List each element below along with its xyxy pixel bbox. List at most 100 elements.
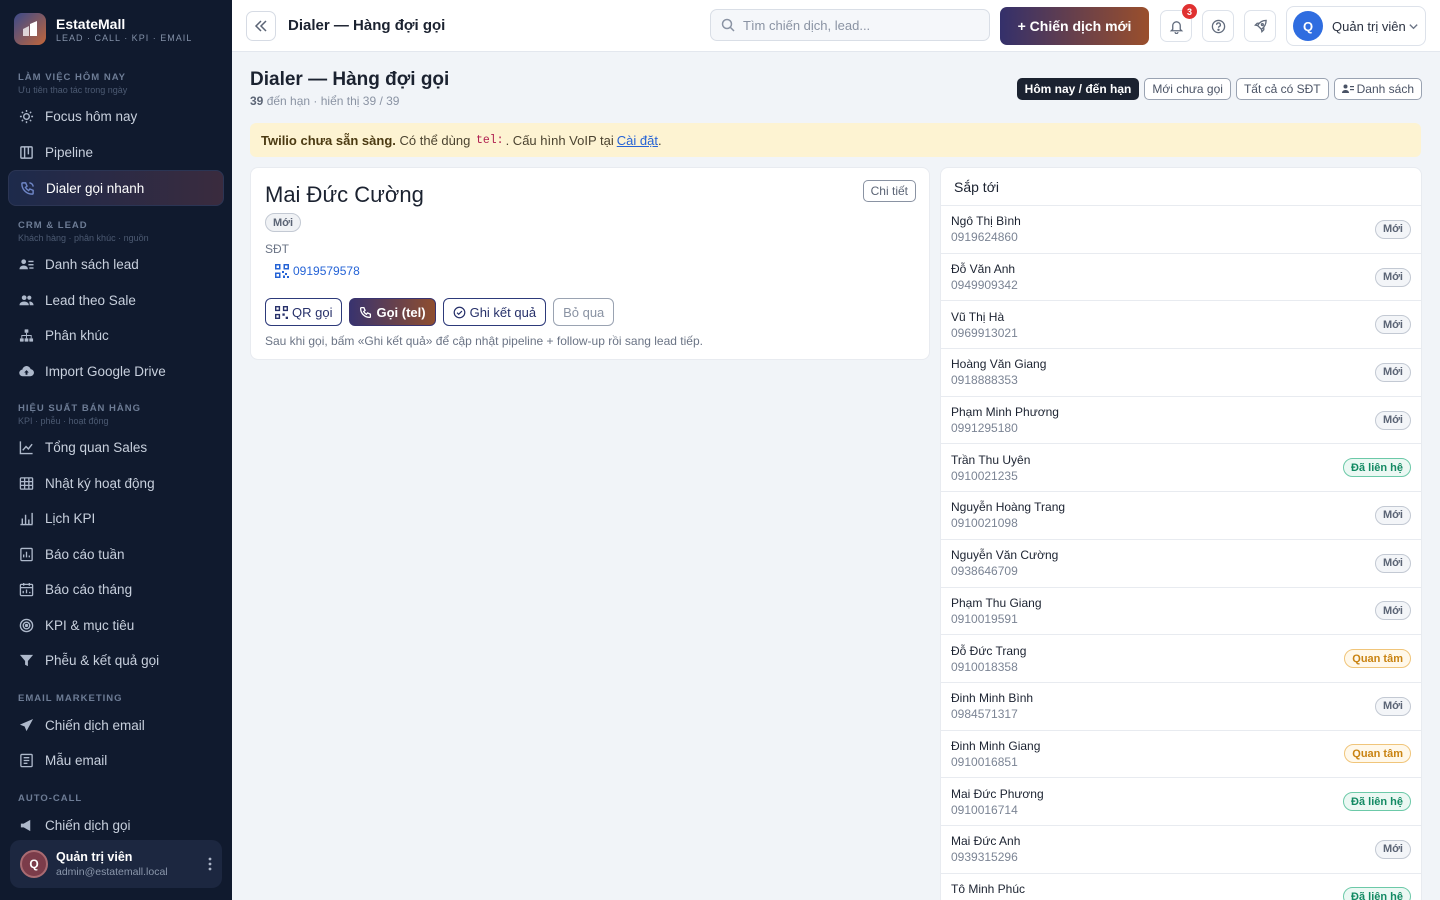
status-badge: Đã liên hệ bbox=[1343, 458, 1411, 478]
sidebar: EstateMall LEAD · CALL · KPI · EMAIL LÀM… bbox=[0, 0, 232, 900]
lead-phone: 0984571317 bbox=[951, 707, 1018, 722]
quick-launch-button[interactable] bbox=[1244, 10, 1276, 42]
brand-logo-icon bbox=[14, 13, 46, 45]
sidebar-item-email-templates[interactable]: Mẫu email bbox=[8, 743, 224, 779]
skip-button[interactable]: Bỏ qua bbox=[553, 298, 615, 326]
sidebar-item-pipeline[interactable]: Pipeline bbox=[8, 135, 224, 171]
sidebar-user-card[interactable]: Q Quản trị viên admin@estatemall.local bbox=[10, 840, 222, 888]
list-item[interactable]: Ngô Thị Bình 0919624860 Mới bbox=[941, 206, 1421, 254]
sidebar-item-funnel[interactable]: Phễu & kết quả gọi bbox=[8, 643, 224, 679]
list-item[interactable]: Mai Đức Anh 0939315296 Mới bbox=[941, 826, 1421, 874]
list-item[interactable]: Phạm Thu Giang 0910019591 Mới bbox=[941, 588, 1421, 636]
sidebar-item-label: KPI & mục tiêu bbox=[45, 617, 135, 633]
collapse-sidebar-button[interactable] bbox=[246, 10, 276, 41]
sidebar-item-label: Chiến dịch email bbox=[45, 717, 145, 733]
lead-name: Nguyễn Hoàng Trang bbox=[951, 500, 1066, 515]
list-item[interactable]: Nguyễn Hoàng Trang 0910021098 Mới bbox=[941, 492, 1421, 540]
search-box[interactable] bbox=[710, 9, 990, 41]
list-item[interactable]: Mai Đức Phương 0910016714 Đã liên hệ bbox=[941, 778, 1421, 826]
list-item[interactable]: Nguyễn Văn Cường 0938646709 Mới bbox=[941, 540, 1421, 588]
filter-new-uncalled[interactable]: Mới chưa gọi bbox=[1144, 78, 1231, 100]
settings-link[interactable]: Cài đặt bbox=[617, 133, 658, 148]
nav-section-subtitle: KPI · phễu · hoạt động bbox=[18, 416, 109, 426]
sidebar-item-dialer[interactable]: Dialer gọi nhanh bbox=[8, 170, 224, 206]
nav-section-title: HIỆU SUẤT BÁN HÀNG bbox=[18, 403, 142, 414]
sun-icon bbox=[18, 109, 34, 125]
user-menu[interactable]: Q Quản trị viên bbox=[1286, 6, 1426, 46]
qr-call-button[interactable]: QR gọi bbox=[265, 298, 343, 326]
list-item[interactable]: Đỗ Văn Anh 0949909342 Mới bbox=[941, 254, 1421, 302]
template-icon bbox=[18, 753, 34, 769]
status-badge: Đã liên hệ bbox=[1343, 887, 1411, 900]
lead-name: Đỗ Đức Trang bbox=[951, 643, 1027, 658]
sidebar-item-kpi-targets[interactable]: KPI & mục tiêu bbox=[8, 608, 224, 644]
nav-section-autocall: AUTO-CALL bbox=[8, 793, 224, 804]
list-item[interactable]: Đinh Minh Giang 0910016851 Quan tâm bbox=[941, 731, 1421, 779]
new-campaign-button[interactable]: + Chiến dịch mới bbox=[1000, 7, 1149, 45]
sidebar-item-import-drive[interactable]: Import Google Drive bbox=[8, 354, 224, 390]
sidebar-item-monthly-report[interactable]: Báo cáo tháng bbox=[8, 572, 224, 608]
list-item[interactable]: Phạm Minh Phương 0991295180 Mới bbox=[941, 397, 1421, 445]
lead-detail-button[interactable]: Chi tiết bbox=[862, 180, 916, 202]
list-item[interactable]: Đỗ Đức Trang 0910018358 Quan tâm bbox=[941, 635, 1421, 683]
user-name: Quản trị viên bbox=[1332, 18, 1406, 34]
phone-number: 0919579578 bbox=[293, 264, 360, 278]
sidebar-item-lead-by-sale[interactable]: Lead theo Sale bbox=[8, 283, 224, 319]
sidebar-item-auto-call-campaigns[interactable]: Chiến dịch gọi bbox=[8, 808, 224, 844]
nav-section-performance: HIỆU SUẤT BÁN HÀNG KPI · phễu · hoạt độn… bbox=[8, 403, 224, 426]
sidebar-item-focus[interactable]: Focus hôm nay bbox=[8, 99, 224, 135]
lead-phone: 0991295180 bbox=[951, 421, 1018, 436]
lead-phone: 0910019591 bbox=[951, 611, 1018, 626]
list-item[interactable]: Tô Minh Phúc0910016093Đã liên hệ bbox=[941, 874, 1421, 900]
filter-today-due[interactable]: Hôm nay / đến hạn bbox=[1016, 78, 1140, 100]
sidebar-item-label: Chiến dịch gọi bbox=[45, 817, 131, 833]
page-subtitle: 39 đến hạn · hiển thị 39 / 39 bbox=[250, 94, 399, 108]
list-item[interactable]: Vũ Thị Hà 0969913021 Mới bbox=[941, 301, 1421, 350]
sidebar-item-label: Mẫu email bbox=[45, 753, 108, 769]
log-result-button[interactable]: Ghi kết quả bbox=[442, 298, 547, 326]
list-item[interactable]: Trần Thu Uyên 0910021235 Đã liên hệ bbox=[941, 444, 1421, 493]
sidebar-item-lead-list[interactable]: Danh sách lead bbox=[8, 247, 224, 283]
phone-link[interactable]: 0919579578 bbox=[275, 264, 360, 278]
status-badge: Mới bbox=[1374, 601, 1411, 621]
brand[interactable]: EstateMall LEAD · CALL · KPI · EMAIL bbox=[0, 0, 232, 58]
filter-all-with-phone[interactable]: Tất cả có SĐT bbox=[1235, 78, 1329, 100]
upcoming-queue: Sắp tới Ngô Thị Bình 0919624860 Mới Đỗ Văn … bbox=[940, 167, 1422, 900]
list-item[interactable]: Đinh Minh Bình 0984571317 Mới bbox=[941, 683, 1421, 731]
lead-phone: 0938646709 bbox=[951, 564, 1018, 579]
page-title: Dialer — Hàng đợi gọi bbox=[250, 69, 450, 90]
nav-section-today: LÀM VIỆC HÔM NAY Ưu tiên thao tác trong … bbox=[8, 72, 224, 95]
hierarchy-icon bbox=[18, 328, 34, 344]
lead-phone: 0949909342 bbox=[951, 278, 1018, 293]
lead-name: Mai Đức Cường bbox=[265, 182, 424, 207]
notification-count-badge: 3 bbox=[1182, 4, 1197, 19]
calendar-report-icon bbox=[18, 582, 34, 598]
lead-name: Phạm Minh Phương bbox=[951, 405, 1059, 420]
sidebar-item-segments[interactable]: Phân khúc bbox=[8, 318, 224, 354]
nav-section-title: LÀM VIỆC HÔM NAY bbox=[18, 72, 127, 83]
lead-phone: 0969913021 bbox=[951, 325, 1018, 340]
qr-code-icon bbox=[275, 305, 288, 319]
filter-list[interactable]: Danh sách bbox=[1333, 78, 1422, 100]
search-input[interactable] bbox=[743, 17, 963, 33]
lead-name: Trần Thu Uyên bbox=[951, 452, 1031, 467]
table-icon bbox=[18, 475, 34, 491]
lead-phone: 0910018358 bbox=[951, 659, 1018, 674]
sidebar-item-label: Lead theo Sale bbox=[45, 292, 136, 308]
more-vertical-icon[interactable] bbox=[208, 857, 212, 871]
nav-section-title: AUTO-CALL bbox=[18, 792, 83, 804]
sidebar-item-kpi-calendar[interactable]: Lịch KPI bbox=[8, 501, 224, 537]
call-tel-button[interactable]: Gọi (tel) bbox=[349, 298, 436, 326]
sidebar-item-email-campaigns[interactable]: Chiến dịch email bbox=[8, 708, 224, 744]
bell-icon bbox=[1169, 20, 1183, 34]
sidebar-item-label: Focus hôm nay bbox=[45, 109, 138, 125]
phone-icon bbox=[360, 306, 372, 318]
help-button[interactable] bbox=[1202, 10, 1234, 42]
target-icon bbox=[18, 617, 34, 633]
sidebar-item-weekly-report[interactable]: Báo cáo tuần bbox=[8, 537, 224, 573]
sidebar-item-activity-log[interactable]: Nhật ký hoạt động bbox=[8, 466, 224, 502]
rocket-icon bbox=[1253, 19, 1267, 33]
list-item[interactable]: Hoàng Văn Giang 0918888353 Mới bbox=[941, 349, 1421, 397]
notifications-button[interactable]: 3 bbox=[1160, 4, 1197, 42]
sidebar-item-sales-overview[interactable]: Tổng quan Sales bbox=[8, 430, 224, 466]
